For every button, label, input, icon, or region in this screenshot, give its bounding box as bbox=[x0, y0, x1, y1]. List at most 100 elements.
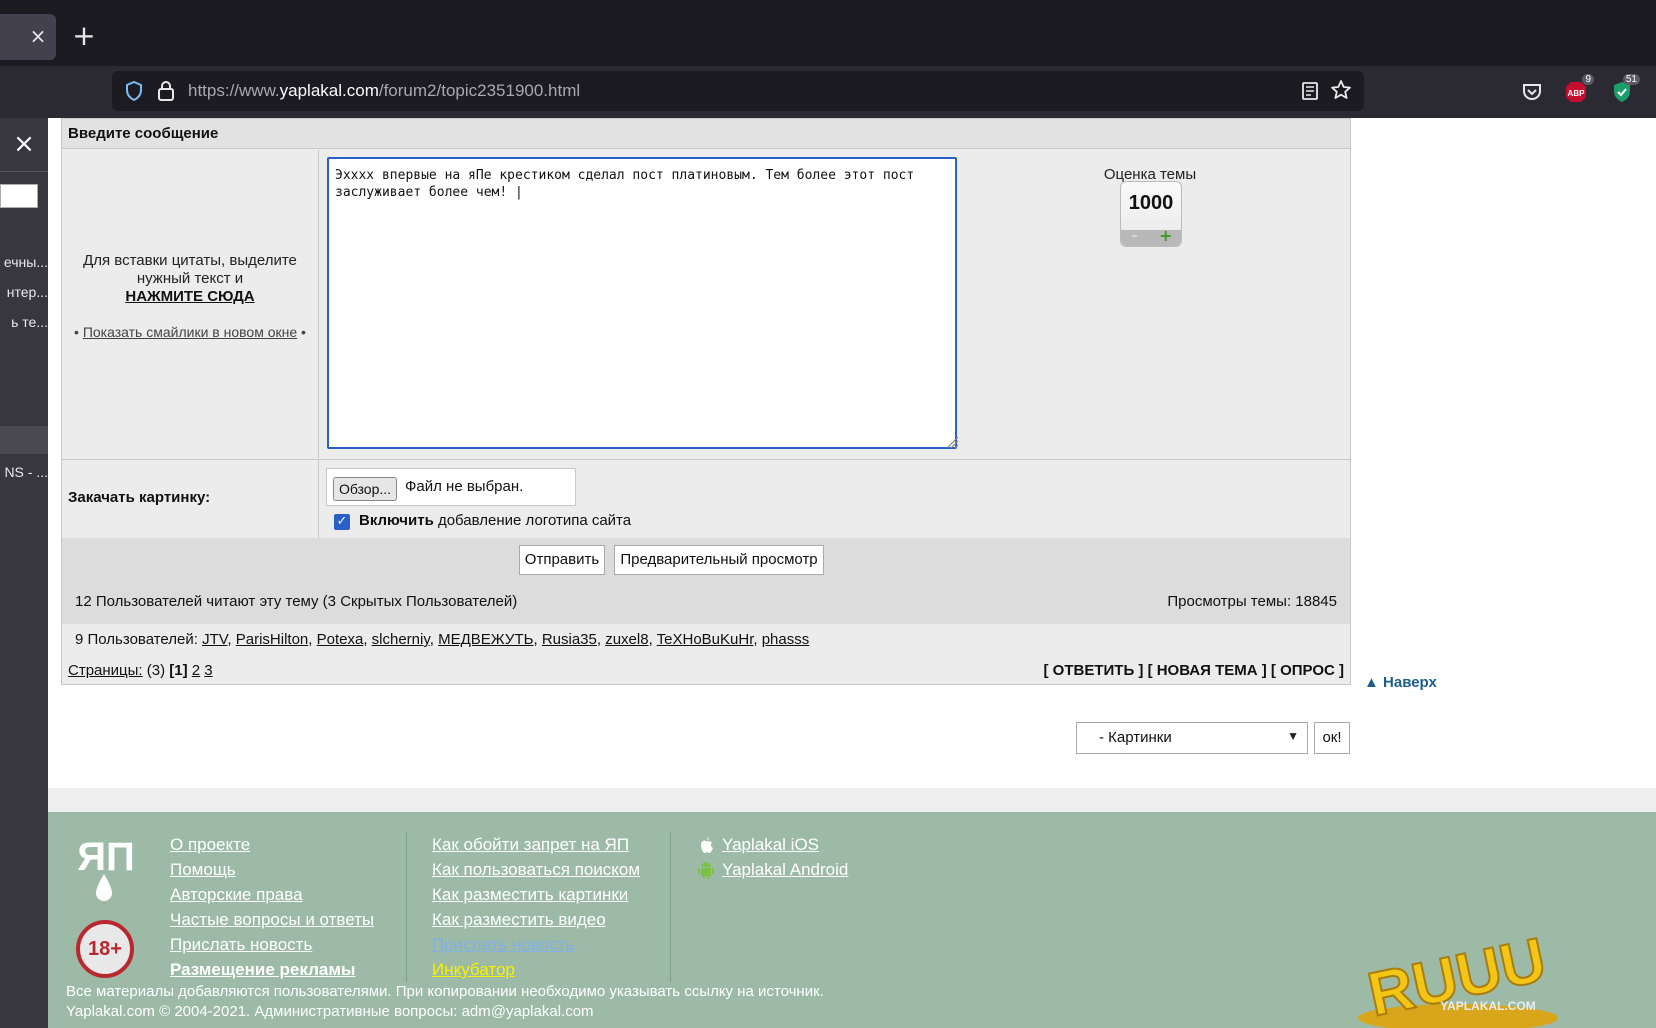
reader-view-icon[interactable] bbox=[1300, 81, 1320, 101]
upload-row: Закачать картинку: Обзор... Файл не выбр… bbox=[62, 459, 1350, 538]
user-link[interactable]: slcherniy bbox=[372, 631, 430, 648]
footer-separator bbox=[48, 788, 1656, 812]
footer-link[interactable]: Авторские права bbox=[170, 882, 374, 907]
form-buttons: Отправить Предварительный просмотр bbox=[62, 538, 1350, 580]
rating-controls: – + bbox=[1121, 226, 1181, 246]
apple-icon bbox=[701, 837, 713, 853]
footer-link[interactable]: Как пользоваться поиском bbox=[432, 857, 640, 882]
file-status: Файл не выбран. bbox=[405, 478, 524, 495]
user-link[interactable]: МЕДВЕЖУТЬ bbox=[438, 631, 533, 648]
footer-link[interactable]: Прислать новость bbox=[432, 932, 640, 957]
sidebar-search-input[interactable] bbox=[0, 184, 38, 208]
page-3-link[interactable]: 3 bbox=[204, 662, 212, 679]
android-app-link[interactable]: Yaplakal Android bbox=[696, 857, 848, 882]
footer-link[interactable]: Как разместить видео bbox=[432, 907, 640, 932]
footer-link[interactable]: Помощь bbox=[170, 857, 374, 882]
new-tab-icon[interactable]: + bbox=[70, 22, 98, 50]
footer-copyright: Все материалы добавляются пользователями… bbox=[66, 983, 824, 1020]
adblock-badge: 9 bbox=[1582, 74, 1594, 85]
upload-label: Закачать картинку: bbox=[68, 460, 319, 538]
views-count: Просмотры темы: 18845 bbox=[1167, 593, 1337, 610]
user-link[interactable]: zuxel8 bbox=[605, 631, 648, 648]
sidebar-item[interactable]: ечны... bbox=[0, 254, 48, 270]
topic-actions[interactable]: [ ОТВЕТИТЬ ] [ НОВАЯ ТЕМА ] [ ОПРОС ] bbox=[1044, 662, 1344, 679]
user-link[interactable]: JTV bbox=[202, 631, 227, 648]
yp-logo[interactable]: ЯП bbox=[66, 832, 146, 904]
user-link[interactable]: Potexa bbox=[317, 631, 364, 648]
reply-form: Введите сообщение Для вставки цитаты, вы… bbox=[61, 118, 1351, 685]
footer-link[interactable]: Размещение рекламы bbox=[170, 957, 374, 982]
user-link[interactable]: phasss bbox=[762, 631, 810, 648]
age-rating-badge: 18+ bbox=[76, 920, 134, 978]
pagination: Страницы: (3) [1] 2 3 bbox=[68, 662, 213, 679]
footer-divider bbox=[406, 832, 407, 982]
browser-tab[interactable]: × bbox=[0, 14, 56, 60]
page-content: Введите сообщение Для вставки цитаты, вы… bbox=[48, 118, 1656, 1028]
form-left-cell: Для вставки цитаты, выделите нужный текс… bbox=[62, 150, 319, 458]
sidebar-item[interactable]: ь те... bbox=[0, 314, 48, 330]
svg-text:YAPLAKAL.COM: YAPLAKAL.COM bbox=[1440, 999, 1536, 1013]
footer-divider bbox=[670, 832, 671, 982]
footer-link[interactable]: Инкубатор bbox=[432, 957, 640, 982]
footer-col-1: О проекте Помощь Авторские права Частые … bbox=[170, 832, 374, 982]
android-icon bbox=[698, 862, 714, 879]
file-input[interactable]: Обзор... Файл не выбран. bbox=[326, 468, 576, 506]
rating-widget: 1000 – + bbox=[1120, 181, 1182, 247]
rating-plus-button[interactable]: + bbox=[1159, 226, 1172, 245]
rating-minus-button[interactable]: – bbox=[1131, 228, 1138, 244]
browse-button[interactable]: Обзор... bbox=[333, 477, 397, 501]
chevron-down-icon: ▼ bbox=[1287, 729, 1299, 743]
ios-app-link[interactable]: Yaplakal iOS bbox=[696, 832, 848, 857]
sidebar-item[interactable]: нтер... bbox=[0, 284, 48, 300]
pocket-icon[interactable] bbox=[1520, 80, 1544, 104]
sidebar-close-icon[interactable]: × bbox=[12, 131, 36, 157]
bookmark-star-icon[interactable] bbox=[1330, 79, 1352, 101]
tab-close-icon[interactable]: × bbox=[28, 24, 48, 48]
footer-link[interactable]: Прислать новость bbox=[170, 932, 374, 957]
online-users: 9 Пользователей: JTV, ParisHilton, Potex… bbox=[68, 624, 1344, 654]
back-to-top-link[interactable]: ▲ Наверх bbox=[1364, 674, 1437, 691]
sidebar-selected-row[interactable] bbox=[0, 426, 48, 454]
message-textarea[interactable]: Эхххх впервые на яПе крестиком сделал по… bbox=[327, 157, 957, 449]
resize-handle-icon[interactable] bbox=[943, 433, 959, 449]
smiles-link-block: • Показать смайлики в новом окне • bbox=[74, 324, 306, 340]
browser-tab-bar: × + bbox=[0, 0, 1656, 66]
url-text[interactable]: https://www.yaplakal.com/forum2/topic235… bbox=[188, 81, 580, 101]
ruuu-mascot-logo: RUUU YAPLAKAL.COM bbox=[1358, 924, 1558, 1028]
shield-icon[interactable] bbox=[124, 81, 144, 101]
footer-apps: Yaplakal iOS Yaplakal Android bbox=[696, 832, 848, 882]
user-link[interactable]: ParisHilton bbox=[236, 631, 309, 648]
pages-link[interactable]: Страницы: bbox=[68, 662, 143, 679]
page-2-link[interactable]: 2 bbox=[192, 662, 200, 679]
browser-toolbar: https://www.yaplakal.com/forum2/topic235… bbox=[0, 66, 1656, 118]
footer-link[interactable]: Как обойти запрет на ЯП bbox=[432, 832, 640, 857]
lock-icon[interactable] bbox=[156, 80, 176, 102]
url-bar[interactable]: https://www.yaplakal.com/forum2/topic235… bbox=[112, 71, 1364, 111]
user-link[interactable]: TeXHoBuKuHr bbox=[657, 631, 754, 648]
site-footer: ЯП 18+ О проекте Помощь Авторские права … bbox=[48, 812, 1656, 1028]
footer-link[interactable]: Частые вопросы и ответы bbox=[170, 907, 374, 932]
browser-sidebar: × ечны... нтер... ь те... NS - ... bbox=[0, 118, 48, 1028]
sidebar-item[interactable]: NS - ... bbox=[0, 464, 48, 480]
show-smiles-link[interactable]: Показать смайлики в новом окне bbox=[83, 324, 297, 340]
footer-link[interactable]: О проекте bbox=[170, 832, 374, 857]
logo-checkbox-label[interactable]: Включить добавление логотипа сайта bbox=[359, 512, 631, 529]
forum-jump-select[interactable]: - Картинки ▼ bbox=[1076, 722, 1308, 754]
rating-value: 1000 bbox=[1128, 192, 1174, 214]
readers-count: 12 Пользователей читают эту тему (3 Скры… bbox=[75, 593, 518, 610]
extension-badge: 51 bbox=[1622, 74, 1640, 85]
footer-link[interactable]: Как разместить картинки bbox=[432, 882, 640, 907]
topic-stats: 12 Пользователей читают эту тему (3 Скры… bbox=[62, 580, 1350, 624]
current-page: [1] bbox=[169, 662, 188, 679]
sidebar-divider bbox=[0, 171, 48, 172]
preview-button[interactable]: Предварительный просмотр bbox=[614, 545, 824, 575]
adblock-icon[interactable]: ABP 9 bbox=[1564, 74, 1594, 104]
extension-icon[interactable]: 51 bbox=[1610, 74, 1640, 104]
user-link[interactable]: Rusia35 bbox=[542, 631, 597, 648]
quote-link[interactable]: НАЖМИТЕ СЮДА bbox=[70, 288, 310, 305]
jump-ok-button[interactable]: ок! bbox=[1314, 722, 1350, 754]
logo-checkbox[interactable]: ✓ bbox=[334, 514, 350, 530]
svg-text:ABP: ABP bbox=[1568, 89, 1586, 98]
submit-button[interactable]: Отправить bbox=[519, 545, 605, 575]
svg-text:ЯП: ЯП bbox=[77, 835, 135, 879]
